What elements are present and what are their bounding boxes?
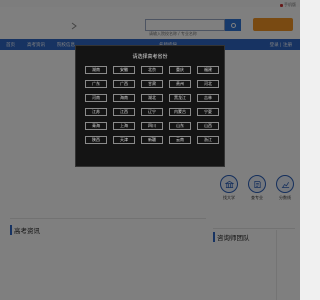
province-option[interactable]: 青海: [85, 122, 107, 130]
province-option[interactable]: 江苏: [85, 108, 107, 116]
province-option[interactable]: 上海: [113, 122, 135, 130]
province-option[interactable]: 辽宁: [141, 108, 163, 116]
province-grid: 湖南 安徽 北京 重庆 福建 广东 广西 甘肃 贵州 河北 河南 海南 湖北 黑…: [85, 66, 219, 144]
province-option[interactable]: 贵州: [169, 80, 191, 88]
province-option[interactable]: 黑龙江: [169, 94, 191, 102]
province-option[interactable]: 北京: [141, 66, 163, 74]
province-option[interactable]: 山东: [169, 122, 191, 130]
province-option[interactable]: 天津: [113, 136, 135, 144]
province-select-modal: 请选择高考省份 湖南 安徽 北京 重庆 福建 广东 广西 甘肃 贵州 河北 河南…: [75, 45, 225, 167]
province-option[interactable]: 河北: [197, 80, 219, 88]
province-option[interactable]: 福建: [197, 66, 219, 74]
province-option[interactable]: 海南: [113, 94, 135, 102]
province-option[interactable]: 云南: [169, 136, 191, 144]
province-option[interactable]: 山西: [197, 122, 219, 130]
province-option[interactable]: 河南: [85, 94, 107, 102]
province-option[interactable]: 重庆: [169, 66, 191, 74]
province-option[interactable]: 甘肃: [141, 80, 163, 88]
province-option[interactable]: 内蒙古: [169, 108, 191, 116]
province-option[interactable]: 湖北: [141, 94, 163, 102]
province-option[interactable]: 吉林: [197, 94, 219, 102]
province-option[interactable]: 安徽: [113, 66, 135, 74]
modal-title: 请选择高考省份: [132, 54, 168, 60]
province-option[interactable]: 湖南: [85, 66, 107, 74]
province-option[interactable]: 宁夏: [197, 108, 219, 116]
province-option[interactable]: 新疆: [141, 136, 163, 144]
province-option[interactable]: 四川: [141, 122, 163, 130]
province-option[interactable]: 浙江: [197, 136, 219, 144]
province-option[interactable]: 陕西: [85, 136, 107, 144]
province-option[interactable]: 广西: [113, 80, 135, 88]
province-option[interactable]: 江西: [113, 108, 135, 116]
province-option[interactable]: 广东: [85, 80, 107, 88]
